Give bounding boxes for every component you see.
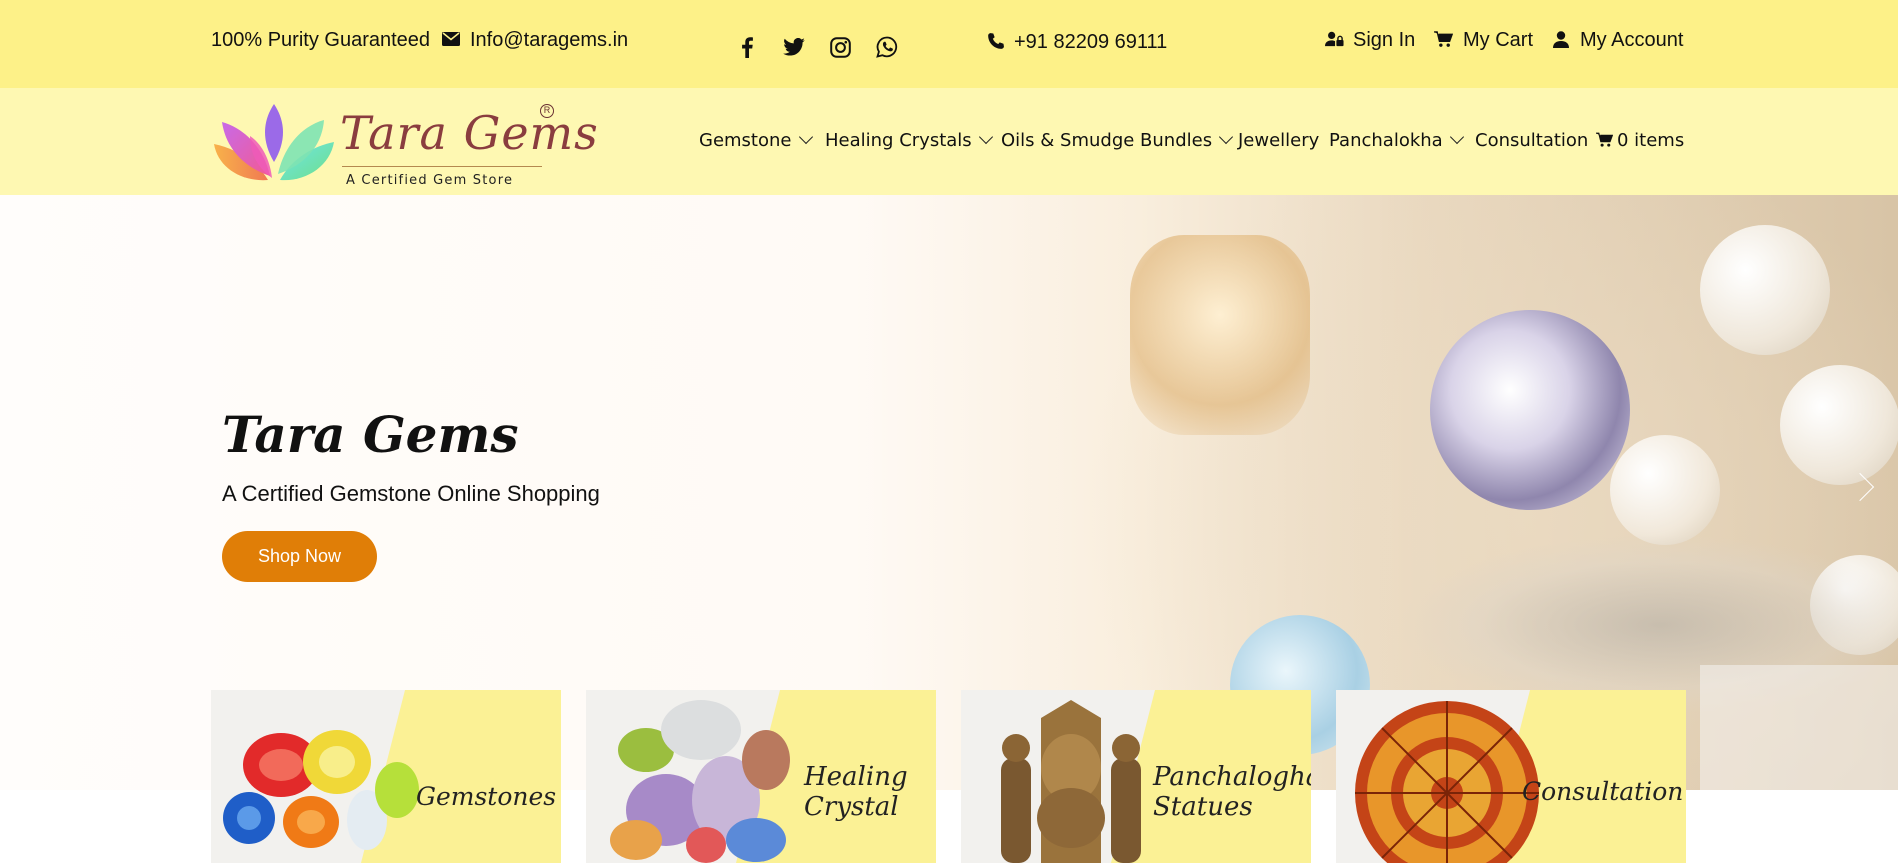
sign-in-text: Sign In <box>1353 29 1416 51</box>
chevron-down-icon <box>1219 129 1234 145</box>
category-card-panchalogha[interactable]: Panchalogha Statues <box>961 690 1311 863</box>
category-card-gemstones[interactable]: Gemstones <box>211 690 561 863</box>
logo-tagline: A Certified Gem Store <box>346 173 514 188</box>
cart-icon <box>1434 31 1453 47</box>
nav-item-label: Gemstone <box>699 130 792 151</box>
instagram-icon[interactable] <box>830 37 851 58</box>
user-lock-icon <box>1325 31 1344 47</box>
nav-item-jewellery[interactable]: Jewellery <box>1238 130 1319 151</box>
nav-item-label: Jewellery <box>1238 130 1320 151</box>
panchaloha-statue-image <box>1001 700 1141 863</box>
email-link[interactable]: Info@taragems.in <box>442 29 628 52</box>
phone-icon <box>988 33 1004 50</box>
card-label: Consultation <box>1522 777 1684 806</box>
nav-item-oils-smudge[interactable]: Oils & Smudge Bundles <box>1001 129 1234 151</box>
facebook-icon[interactable] <box>739 36 755 58</box>
my-cart-link[interactable]: My Cart <box>1434 29 1533 52</box>
gemstones-image <box>223 730 419 850</box>
nav-item-panchalokha[interactable]: Panchalokha <box>1329 129 1464 151</box>
twitter-icon[interactable] <box>783 38 805 56</box>
nav-item-label: Oils & Smudge Bundles <box>1001 130 1213 151</box>
my-account-link[interactable]: My Account <box>1553 29 1683 52</box>
my-account-text: My Account <box>1580 29 1684 51</box>
site-logo[interactable]: Tara Gems R A Certified Gem Store <box>210 98 598 188</box>
cart-icon <box>1596 132 1613 147</box>
sign-in-link[interactable]: Sign In <box>1325 29 1415 52</box>
hero-title: Tara Gems <box>222 405 519 464</box>
main-nav-bar: Tara Gems R A Certified Gem Store Gemsto… <box>0 88 1898 195</box>
shop-now-button[interactable]: Shop Now <box>222 531 377 582</box>
whatsapp-icon[interactable] <box>876 36 898 58</box>
user-icon <box>1553 31 1569 48</box>
nav-cart-items[interactable]: 0 items <box>1596 130 1684 151</box>
nav-item-label: Healing Crystals <box>825 130 972 151</box>
lotus-logo-icon <box>214 104 334 181</box>
chevron-down-icon <box>978 129 993 145</box>
phone-text: +91 82209 69111 <box>1014 31 1168 53</box>
healing-crystals-image <box>610 700 790 863</box>
phone-link[interactable]: +91 82209 69111 <box>987 31 1167 54</box>
category-card-healing-crystal[interactable]: Healing Crystal <box>586 690 936 863</box>
nav-item-label: Consultation <box>1475 130 1589 151</box>
envelope-icon <box>442 32 460 47</box>
purity-text: 100% Purity Guaranteed <box>211 29 431 51</box>
nav-item-healing-crystals[interactable]: Healing Crystals <box>825 129 993 151</box>
logo-title: Tara Gems <box>340 106 599 160</box>
chevron-down-icon <box>798 129 813 145</box>
chevron-down-icon <box>1449 129 1464 145</box>
card-label: Gemstones <box>416 782 557 811</box>
logo-divider <box>342 166 542 167</box>
card-label: Healing Crystal <box>804 762 908 822</box>
registered-mark: R <box>540 104 554 118</box>
email-text: Info@taragems.in <box>470 29 629 51</box>
category-card-consultation[interactable]: Consultation <box>1336 690 1686 863</box>
nav-item-label: Panchalokha <box>1329 130 1443 151</box>
hero-subtitle: A Certified Gemstone Online Shopping <box>222 481 600 506</box>
cart-count-label: 0 items <box>1617 130 1685 151</box>
nav-item-consultation[interactable]: Consultation <box>1475 130 1588 151</box>
zodiac-wheel-image <box>1355 701 1539 863</box>
my-cart-text: My Cart <box>1463 29 1533 51</box>
card-label: Panchalogha Statues <box>1153 762 1311 822</box>
top-bar: 100% Purity Guaranteed Info@taragems.in … <box>0 0 1898 88</box>
nav-item-gemstone[interactable]: Gemstone <box>699 129 813 151</box>
